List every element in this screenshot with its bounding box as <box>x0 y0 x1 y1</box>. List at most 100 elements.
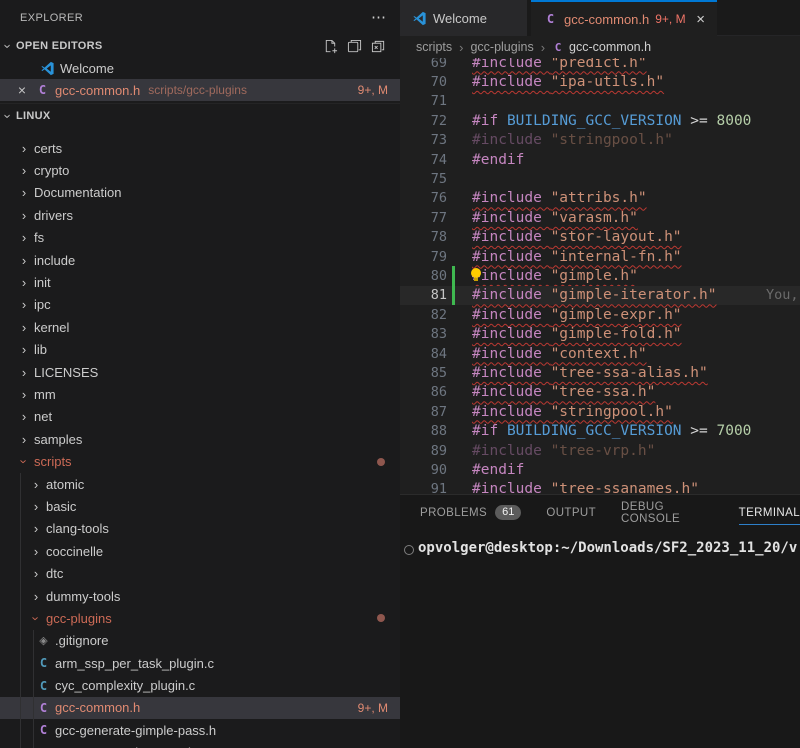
tree-item-documentation[interactable]: ›Documentation <box>0 182 400 204</box>
tab-problems-modified-badge: 9+, M <box>655 12 685 26</box>
indent-guide <box>33 674 34 696</box>
line-number: 71 <box>400 93 447 109</box>
tree-item-gcc-generate-ipa-pass-h[interactable]: Cgcc-generate-ipa-pass.h <box>0 742 400 748</box>
directive-token: #include <box>472 481 542 494</box>
tree-item-kernel[interactable]: ›kernel <box>0 316 400 338</box>
code-line-78[interactable]: 78#include "stor-layout.h" <box>400 228 800 247</box>
tree-item-dtc[interactable]: ›dtc <box>0 562 400 584</box>
tree-item-scripts[interactable]: ›scripts <box>0 450 400 472</box>
string-token: "stringpool.h" <box>551 404 673 420</box>
tree-item-atomic[interactable]: ›atomic <box>0 473 400 495</box>
tree-item-gcc-plugins[interactable]: ›gcc-plugins <box>0 607 400 629</box>
indent-guide <box>20 674 21 696</box>
line-number: 85 <box>400 365 447 381</box>
tree-item-mm[interactable]: ›mm <box>0 383 400 405</box>
breadcrumb-file[interactable]: C gcc-common.h <box>552 40 651 54</box>
code-content: #include "gimple-fold.h" <box>455 326 682 342</box>
code-line-84[interactable]: 84#include "context.h" <box>400 344 800 363</box>
line-number: 69 <box>400 58 447 71</box>
code-content: #endif <box>455 152 524 168</box>
tree-item-lib[interactable]: ›lib <box>0 339 400 361</box>
code-line-80[interactable]: 80#include "gimple.h" <box>400 266 800 285</box>
tab-debug-console[interactable]: DEBUG CONSOLE <box>621 495 714 530</box>
close-all-editors-icon[interactable] <box>371 39 386 54</box>
folder-label: fs <box>34 230 44 245</box>
code-line-83[interactable]: 83#include "gimple-fold.h" <box>400 324 800 343</box>
save-all-icon[interactable] <box>347 39 362 54</box>
line-number: 81 <box>400 287 447 303</box>
tree-item-clang-tools[interactable]: ›clang-tools <box>0 518 400 540</box>
code-line-86[interactable]: 86#include "tree-ssa.h" <box>400 383 800 402</box>
folder-label: clang-tools <box>46 521 109 536</box>
close-icon[interactable]: × <box>696 11 705 28</box>
code-line-75[interactable]: 75 <box>400 169 800 188</box>
code-line-79[interactable]: 79#include "internal-fn.h" <box>400 247 800 266</box>
open-editor-welcome[interactable]: Welcome <box>0 57 400 79</box>
indent-guide <box>33 652 34 674</box>
code-line-90[interactable]: 90#endif <box>400 460 800 479</box>
code-line-89[interactable]: 89#include "tree-vrp.h" <box>400 441 800 460</box>
tree-item--gitignore[interactable]: ◈.gitignore <box>0 630 400 652</box>
code-line-85[interactable]: 85#include "tree-ssa-alias.h" <box>400 363 800 382</box>
indent-guide <box>20 697 21 719</box>
number-token: 7000 <box>716 423 751 439</box>
tab-welcome[interactable]: Welcome <box>400 0 531 36</box>
tab-output[interactable]: OUTPUT <box>546 495 596 530</box>
tree-item-licenses[interactable]: ›LICENSES <box>0 361 400 383</box>
tab-gcc-common[interactable]: C gcc-common.h 9+, M × <box>531 0 717 36</box>
tree-item-dummy-tools[interactable]: ›dummy-tools <box>0 585 400 607</box>
code-line-81[interactable]: 81#include "gimple-iterator.h"You, <box>400 286 800 305</box>
code-line-82[interactable]: 82#include "gimple-expr.h" <box>400 305 800 324</box>
folder-label: mm <box>34 387 56 402</box>
tree-item-drivers[interactable]: ›drivers <box>0 204 400 226</box>
code-editor[interactable]: 69#include "predict.h"70#include "ipa-ut… <box>400 58 800 494</box>
tree-item-cyc-complexity-plugin-c[interactable]: Ccyc_complexity_plugin.c <box>0 674 400 696</box>
tree-item-certs[interactable]: ›certs <box>0 137 400 159</box>
code-line-88[interactable]: 88#if BUILDING_GCC_VERSION >= 7000 <box>400 421 800 440</box>
tree-item-basic[interactable]: ›basic <box>0 495 400 517</box>
code-line-72[interactable]: 72#if BUILDING_GCC_VERSION >= 8000 <box>400 111 800 130</box>
indent-guide <box>20 473 21 495</box>
c-header-icon: C <box>36 701 51 715</box>
code-line-91[interactable]: 91#include "tree-ssanames.h" <box>400 480 800 494</box>
tree-item-samples[interactable]: ›samples <box>0 428 400 450</box>
tree-item-crypto[interactable]: ›crypto <box>0 159 400 181</box>
tree-item-arm-ssp-per-task-plugin-c[interactable]: Carm_ssp_per_task_plugin.c <box>0 652 400 674</box>
problems-modified-badge: 9+, M <box>358 83 388 97</box>
code-line-87[interactable]: 87#include "stringpool.h" <box>400 402 800 421</box>
workspace-section-header[interactable]: › LINUX <box>0 103 400 128</box>
tree-item-include[interactable]: ›include <box>0 249 400 271</box>
explorer-title: EXPLORER <box>20 12 83 24</box>
code-line-70[interactable]: 70#include "ipa-utils.h" <box>400 72 800 91</box>
folder-label: atomic <box>46 477 84 492</box>
tab-terminal[interactable]: TERMINAL <box>739 495 800 530</box>
code-line-77[interactable]: 77#include "varasm.h" <box>400 208 800 227</box>
file-label: gcc-generate-gimple-pass.h <box>55 723 216 738</box>
directive-token: #include <box>472 365 542 381</box>
more-actions-icon[interactable]: ⋯ <box>371 10 386 25</box>
breadcrumb-gcc-plugins[interactable]: gcc-plugins <box>470 40 533 54</box>
open-editor-label: gcc-common.h <box>55 83 140 98</box>
open-editor-gcc-common[interactable]: × C gcc-common.h scripts/gcc-plugins 9+,… <box>0 79 400 101</box>
tree-item-init[interactable]: ›init <box>0 271 400 293</box>
tree-item-net[interactable]: ›net <box>0 406 400 428</box>
tab-bar-empty-space <box>717 0 800 36</box>
code-line-71[interactable]: 71 <box>400 92 800 111</box>
new-file-icon[interactable] <box>323 39 338 54</box>
breadcrumb-scripts[interactable]: scripts <box>416 40 452 54</box>
tree-item-ipc[interactable]: ›ipc <box>0 294 400 316</box>
code-line-74[interactable]: 74#endif <box>400 150 800 169</box>
open-editors-header[interactable]: › OPEN EDITORS <box>0 35 400 57</box>
folder-label: include <box>34 253 75 268</box>
close-icon[interactable]: × <box>14 82 30 98</box>
tab-problems[interactable]: PROBLEMS 61 <box>420 495 521 530</box>
tree-item-gcc-common-h[interactable]: Cgcc-common.h9+, M <box>0 697 400 719</box>
terminal[interactable]: opvolger@desktop:~/Downloads/SF2_2023_11… <box>400 530 800 748</box>
code-line-73[interactable]: 73#include "stringpool.h" <box>400 131 800 150</box>
code-line-76[interactable]: 76#include "attribs.h" <box>400 189 800 208</box>
line-number: 80 <box>400 268 447 284</box>
tree-item-fs[interactable]: ›fs <box>0 227 400 249</box>
code-line-69[interactable]: 69#include "predict.h" <box>400 58 800 72</box>
tree-item-gcc-generate-gimple-pass-h[interactable]: Cgcc-generate-gimple-pass.h <box>0 719 400 741</box>
tree-item-coccinelle[interactable]: ›coccinelle <box>0 540 400 562</box>
